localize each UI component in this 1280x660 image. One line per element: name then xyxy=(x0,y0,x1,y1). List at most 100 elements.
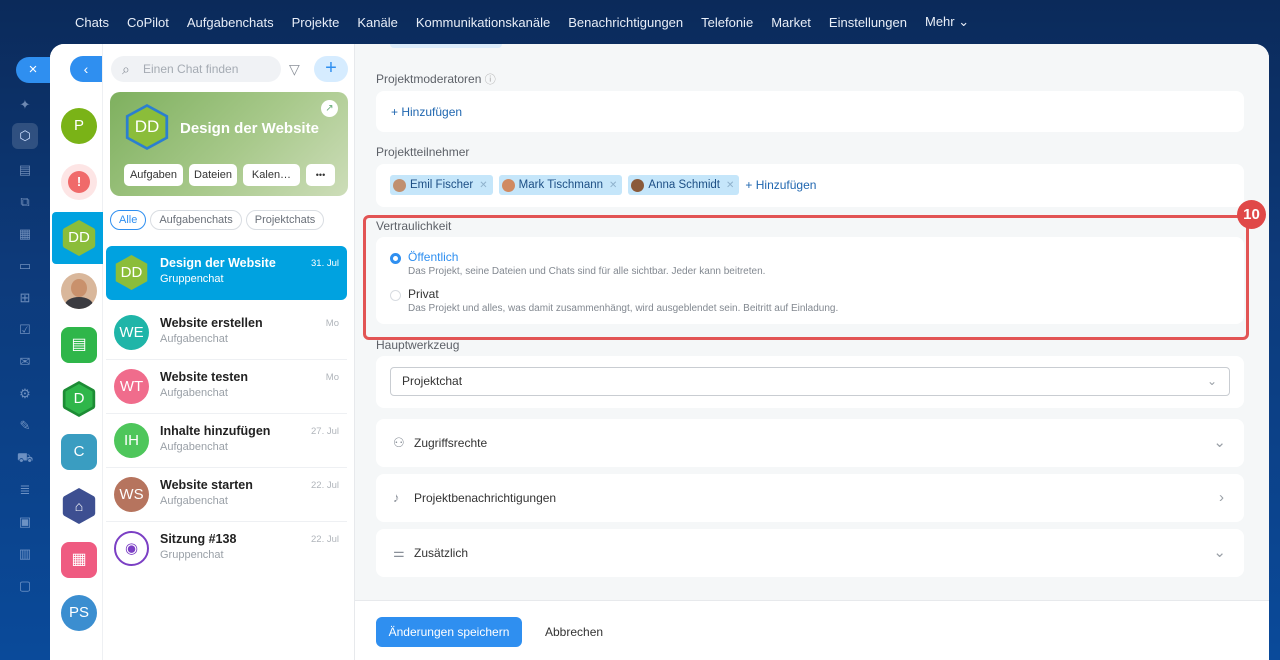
add-chat-button[interactable]: + xyxy=(314,56,348,82)
help-icon[interactable]: ⓘ xyxy=(485,74,496,86)
nav-einstellungen[interactable]: Einstellungen xyxy=(829,15,907,30)
chat-item-sitzung[interactable]: ◉ Sitzung #138 Gruppenchat 22. Jul xyxy=(106,522,347,576)
copy-icon[interactable]: ⧉ xyxy=(16,193,34,211)
chat-list-column: ⌕ Einen Chat finden ▽ + DD Design der We… xyxy=(103,44,355,660)
pen-icon[interactable]: ✎ xyxy=(16,417,34,435)
calendar-icon[interactable]: ▦ xyxy=(16,225,34,243)
search-input[interactable]: ⌕ Einen Chat finden xyxy=(111,56,281,82)
main-tool-select[interactable]: Projektchat ⌄ xyxy=(390,367,1230,396)
bell-icon: ♪ xyxy=(393,490,400,505)
gear-icon[interactable]: ⚙ xyxy=(16,385,34,403)
moderators-label: Projektmoderatoren ⓘ xyxy=(376,71,496,87)
tab-aufgabenchats[interactable]: Aufgabenchats xyxy=(150,210,242,230)
avatar-alert[interactable]: ! xyxy=(61,164,97,200)
nav-telefonie[interactable]: Telefonie xyxy=(701,15,753,30)
project-settings: Projektmoderatoren ⓘ + Hinzufügen Projek… xyxy=(355,44,1269,660)
chat-avatar: IH xyxy=(114,423,149,458)
nav-benachrichtigungen[interactable]: Benachrichtigungen xyxy=(568,15,683,30)
left-rail: ✦ ⬡ ▤ ⧉ ▦ ▭ ⊞ ☑ ✉ ⚙ ✎ ⛟ ≣ ▣ ▥ ▢ xyxy=(0,44,50,660)
mail-icon[interactable]: ✉ xyxy=(16,353,34,371)
chat-date: 27. Jul xyxy=(311,426,339,437)
remove-icon[interactable]: ✕ xyxy=(479,180,487,191)
avatar-building[interactable]: ⌂ xyxy=(62,488,96,524)
document-icon[interactable]: ▤ xyxy=(16,161,34,179)
project-card: DD Design der Website ↗ Aufgaben Dateien… xyxy=(110,92,348,196)
card-icon[interactable]: ▭ xyxy=(16,257,34,275)
more-button[interactable]: ••• xyxy=(306,164,335,186)
files-button[interactable]: Dateien xyxy=(189,164,237,186)
participants-box: Emil Fischer ✕ Mark Tischmann ✕ Anna Schmi… xyxy=(376,164,1244,207)
chat-type: Aufgabenchat xyxy=(160,441,228,453)
chat-filter-tabs: Alle Aufgabenchats Projektchats xyxy=(110,210,328,230)
chat-item-website-testen[interactable]: WT Website testen Aufgabenchat Mo xyxy=(106,360,347,414)
save-button[interactable]: Änderungen speichern xyxy=(376,617,522,647)
remove-icon[interactable]: ✕ xyxy=(609,180,617,191)
participant-name: Mark Tischmann xyxy=(518,179,604,191)
tasks-button[interactable]: Aufgaben xyxy=(124,164,183,186)
additional-title: Zusätzlich xyxy=(414,546,469,560)
participant-tag[interactable]: Mark Tischmann ✕ xyxy=(498,175,623,195)
nav-kommunikationskanaele[interactable]: Kommunikationskanäle xyxy=(416,15,550,30)
avatar-d[interactable]: D xyxy=(62,381,96,417)
cart-icon[interactable]: ⛟ xyxy=(16,449,34,467)
chat-item-inhalte[interactable]: IH Inhalte hinzufügen Aufgabenchat 27. J… xyxy=(106,414,347,468)
nav-aufgabenchats[interactable]: Aufgabenchats xyxy=(187,15,274,30)
chat-avatar: WT xyxy=(114,369,149,404)
chat-name: Inhalte hinzufügen xyxy=(160,424,271,438)
add-moderator-link[interactable]: + Hinzufügen xyxy=(391,105,462,119)
add-participant-link[interactable]: + Hinzufügen xyxy=(745,178,816,192)
chat-date: 22. Jul xyxy=(311,534,339,545)
copilot-icon[interactable]: ✦ xyxy=(16,96,34,114)
messenger-panel: ‹ P ! DD ▤ D C ⌂ ▦ PS ⌕ Einen Chat finde… xyxy=(50,44,1269,660)
step-badge: 10 xyxy=(1237,200,1266,229)
board-icon[interactable]: ⊞ xyxy=(16,289,34,307)
nav-copilot[interactable]: CoPilot xyxy=(127,15,169,30)
notifications-section[interactable]: ♪ Projektbenachrichtigungen › xyxy=(376,474,1244,522)
additional-section[interactable]: ⚌ Zusätzlich ⌄ xyxy=(376,529,1244,577)
file-icon[interactable]: ▢ xyxy=(16,577,34,595)
avatar-p[interactable]: P xyxy=(61,108,97,144)
participant-tag[interactable]: Anna Schmidt ✕ xyxy=(628,175,740,195)
avatar-d-inner: D xyxy=(65,384,93,414)
access-icon: ⚇ xyxy=(393,435,405,450)
task-icon[interactable]: ☑ xyxy=(16,321,34,339)
nav-mehr[interactable]: Mehr ⌄ xyxy=(925,14,969,30)
chat-type: Aufgabenchat xyxy=(160,387,228,399)
access-rights-title: Zugriffsrechte xyxy=(414,436,488,450)
avatar xyxy=(393,178,406,192)
chat-date: 22. Jul xyxy=(311,480,339,491)
back-button[interactable]: ‹ xyxy=(70,56,102,82)
chevron-down-icon: ⌄ xyxy=(1213,544,1226,561)
cancel-button[interactable]: Abbrechen xyxy=(545,617,603,647)
remove-icon[interactable]: ✕ xyxy=(726,180,734,191)
participants-row: Emil Fischer ✕ Mark Tischmann ✕ Anna Schmi… xyxy=(390,175,816,195)
projects-icon[interactable]: ⬡ xyxy=(12,123,38,149)
calendar-app-icon[interactable]: ▦ xyxy=(61,542,97,578)
tab-projektchats[interactable]: Projektchats xyxy=(245,210,325,230)
screen-icon[interactable]: ▣ xyxy=(16,513,34,531)
chat-item-website-erstellen[interactable]: WE Website erstellen Aufgabenchat Mo xyxy=(106,306,347,360)
storage-icon[interactable]: ▥ xyxy=(16,545,34,563)
chat-name: Design der Website xyxy=(160,256,276,270)
nav-kanaele[interactable]: Kanäle xyxy=(357,15,397,30)
avatar-photo-man[interactable] xyxy=(61,273,97,309)
nav-chats[interactable]: Chats xyxy=(75,15,109,30)
chat-item-website-starten[interactable]: WS Website starten Aufgabenchat 22. Jul xyxy=(106,468,347,522)
chat-item-design[interactable]: DD Design der Website Gruppenchat 31. Ju… xyxy=(106,246,347,300)
avatar-ps[interactable]: PS xyxy=(61,595,97,631)
face-shape xyxy=(71,279,87,297)
avatar-c[interactable]: C xyxy=(61,434,97,470)
chat-name: Website testen xyxy=(160,370,248,384)
list-icon[interactable]: ≣ xyxy=(16,481,34,499)
calendar-button[interactable]: Kalen… xyxy=(243,164,300,186)
nav-market[interactable]: Market xyxy=(771,15,811,30)
nav-projekte[interactable]: Projekte xyxy=(292,15,340,30)
open-external-icon[interactable]: ↗ xyxy=(321,100,338,117)
footer-bar: Änderungen speichern Abbrechen xyxy=(355,600,1269,660)
contact-card-icon[interactable]: ▤ xyxy=(61,327,97,363)
filter-icon[interactable]: ▽ xyxy=(289,61,300,78)
access-rights-section[interactable]: ⚇ Zugriffsrechte ⌄ xyxy=(376,419,1244,467)
tab-alle[interactable]: Alle xyxy=(110,210,147,230)
chevron-right-icon: › xyxy=(1219,489,1224,506)
participant-tag[interactable]: Emil Fischer ✕ xyxy=(390,175,493,195)
